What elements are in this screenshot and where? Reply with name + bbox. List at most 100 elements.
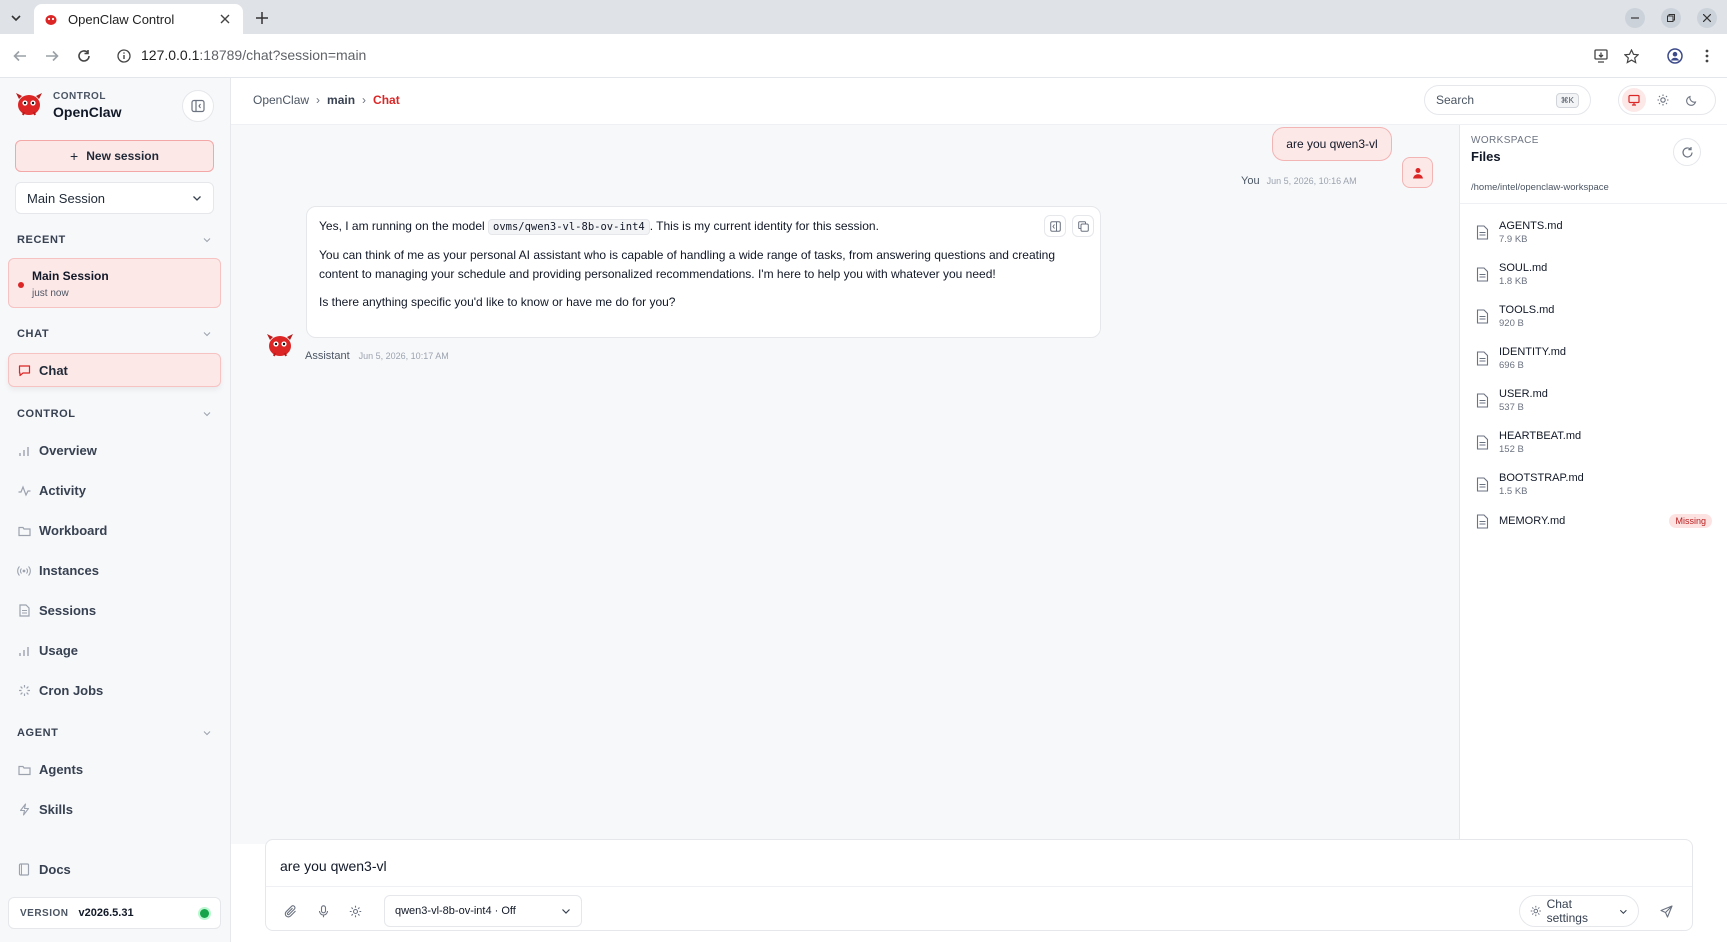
assistant-text: . This is my current identity for this s… <box>649 219 879 233</box>
close-tab-icon[interactable] <box>217 11 233 27</box>
workspace-title: Files <box>1471 149 1501 164</box>
recent-session-item[interactable]: Main Session just now <box>8 258 221 308</box>
bookmark-star-icon[interactable] <box>1621 46 1641 66</box>
sidebar-item-label: Workboard <box>39 523 108 538</box>
file-name: IDENTITY.md <box>1499 345 1567 358</box>
install-app-icon[interactable] <box>1591 46 1611 66</box>
breadcrumb-root[interactable]: OpenClaw <box>253 93 309 107</box>
sidebar-item-usage[interactable]: Usage <box>17 643 78 658</box>
sidebar-item-cron-jobs[interactable]: Cron Jobs <box>17 683 103 698</box>
new-tab-icon[interactable] <box>252 8 272 28</box>
file-icon <box>1476 513 1489 529</box>
plus-icon: + <box>70 148 79 164</box>
usage-chart-icon <box>17 644 31 658</box>
sidebar-item-overview[interactable]: Overview <box>17 443 97 458</box>
site-info-icon[interactable] <box>114 46 134 66</box>
voice-button[interactable] <box>313 901 333 921</box>
agent-collapse-chevron-icon[interactable] <box>203 729 211 737</box>
close-window-icon[interactable] <box>1697 8 1717 28</box>
chat-collapse-chevron-icon[interactable] <box>203 330 211 338</box>
file-item[interactable]: TOOLS.md 920 B <box>1476 299 1712 333</box>
search-input[interactable]: Search ⌘K <box>1424 85 1591 115</box>
sidebar-item-chat[interactable]: Chat <box>8 353 221 387</box>
new-session-button[interactable]: + New session <box>15 140 214 172</box>
file-item[interactable]: HEARTBEAT.md 152 B <box>1476 425 1712 459</box>
sidebar-item-label: Cron Jobs <box>39 683 104 698</box>
browser-tab[interactable]: OpenClaw Control <box>34 4 243 34</box>
user-avatar <box>1402 157 1433 188</box>
connection-status-dot <box>200 908 209 918</box>
sidebar-item-activity[interactable]: Activity <box>17 483 86 498</box>
refresh-files-button[interactable] <box>1673 138 1701 166</box>
sun-icon <box>1657 94 1669 106</box>
forward-icon[interactable] <box>42 46 62 66</box>
assistant-message-bubble: Yes, I am running on the model ovms/qwen… <box>306 206 1101 338</box>
loader-icon <box>17 684 31 698</box>
file-size: 920 B <box>1499 317 1524 329</box>
sidebar-item-label: Overview <box>39 443 97 458</box>
reload-icon[interactable] <box>74 46 94 66</box>
theme-system-button[interactable] <box>1622 88 1646 112</box>
file-item[interactable]: SOUL.md 1.8 KB <box>1476 257 1712 291</box>
minimize-window-icon[interactable] <box>1625 8 1645 28</box>
sidebar-item-instances[interactable]: Instances <box>17 563 99 578</box>
theme-switcher <box>1618 85 1716 115</box>
top-header: OpenClaw › main › Chat Search ⌘K <box>231 78 1727 125</box>
file-item[interactable]: MEMORY.md Missing <box>1476 504 1712 538</box>
url-field[interactable]: 127.0.0.1:18789/chat?session=main <box>141 47 366 63</box>
open-in-panel-button[interactable] <box>1044 215 1066 237</box>
bar-chart-icon <box>17 444 31 458</box>
assistant-avatar-icon <box>267 334 293 357</box>
section-chat: CHAT <box>17 328 50 340</box>
breadcrumb-separator: › <box>362 93 367 107</box>
file-name: SOUL.md <box>1499 261 1548 274</box>
chevron-down-icon <box>193 196 201 201</box>
url-host: 127.0.0.1 <box>141 47 200 63</box>
sidebar-item-label: Instances <box>39 563 99 578</box>
sidebar-item-workboard[interactable]: Workboard <box>17 523 107 538</box>
user-message-text: are you qwen3-vl <box>1286 137 1378 151</box>
control-collapse-chevron-icon[interactable] <box>203 410 211 418</box>
copy-message-button[interactable] <box>1072 215 1094 237</box>
sidebar-item-label: Sessions <box>39 603 97 618</box>
sidebar-item-skills[interactable]: Skills <box>17 802 73 817</box>
new-session-label: New session <box>86 149 159 163</box>
sidebar-item-label: Usage <box>39 643 79 658</box>
theme-light-button[interactable] <box>1651 88 1675 112</box>
assistant-message-timestamp: Jun 5, 2026, 10:17 AM <box>358 351 449 361</box>
sidebar-item-docs[interactable]: Docs <box>17 862 71 877</box>
chevron-down-icon <box>562 909 570 914</box>
file-item[interactable]: AGENTS.md 7.9 KB <box>1476 215 1712 249</box>
tab-search-button[interactable] <box>6 8 26 28</box>
back-icon[interactable] <box>10 46 30 66</box>
missing-badge: Missing <box>1669 514 1712 528</box>
recent-collapse-chevron-icon[interactable] <box>203 236 211 244</box>
gear-icon <box>349 905 361 917</box>
sidebar-item-sessions[interactable]: Sessions <box>17 603 96 618</box>
profile-icon[interactable] <box>1665 46 1685 66</box>
theme-dark-button[interactable] <box>1680 88 1704 112</box>
model-select[interactable]: qwen3-vl-8b-ov-int4 · Off <box>384 895 582 927</box>
composer-settings-button[interactable] <box>345 901 365 921</box>
sidebar-item-agents[interactable]: Agents <box>17 762 83 777</box>
chat-settings-button[interactable]: Chat settings <box>1519 895 1639 927</box>
microphone-icon <box>318 904 328 917</box>
breadcrumb-agent[interactable]: main <box>327 93 355 107</box>
file-item[interactable]: IDENTITY.md 696 B <box>1476 341 1712 375</box>
chevron-down-icon <box>1620 909 1628 914</box>
message-input[interactable]: are you qwen3-vl <box>280 858 387 874</box>
restore-window-icon[interactable] <box>1661 8 1681 28</box>
file-item[interactable]: BOOTSTRAP.md 1.5 KB <box>1476 467 1712 501</box>
file-name: MEMORY.md <box>1499 515 1566 527</box>
book-icon <box>17 863 31 877</box>
file-name: TOOLS.md <box>1499 303 1555 316</box>
browser-menu-icon[interactable] <box>1697 46 1717 66</box>
send-button[interactable] <box>1656 901 1676 921</box>
collapse-sidebar-button[interactable] <box>182 90 214 122</box>
sidebar-item-label: Docs <box>39 862 71 877</box>
attach-button[interactable] <box>280 901 300 921</box>
file-item[interactable]: USER.md 537 B <box>1476 383 1712 417</box>
session-select[interactable]: Main Session <box>15 182 214 214</box>
model-select-value: qwen3-vl-8b-ov-int4 · Off <box>395 905 516 917</box>
sidebar-item-label: Skills <box>39 802 73 817</box>
